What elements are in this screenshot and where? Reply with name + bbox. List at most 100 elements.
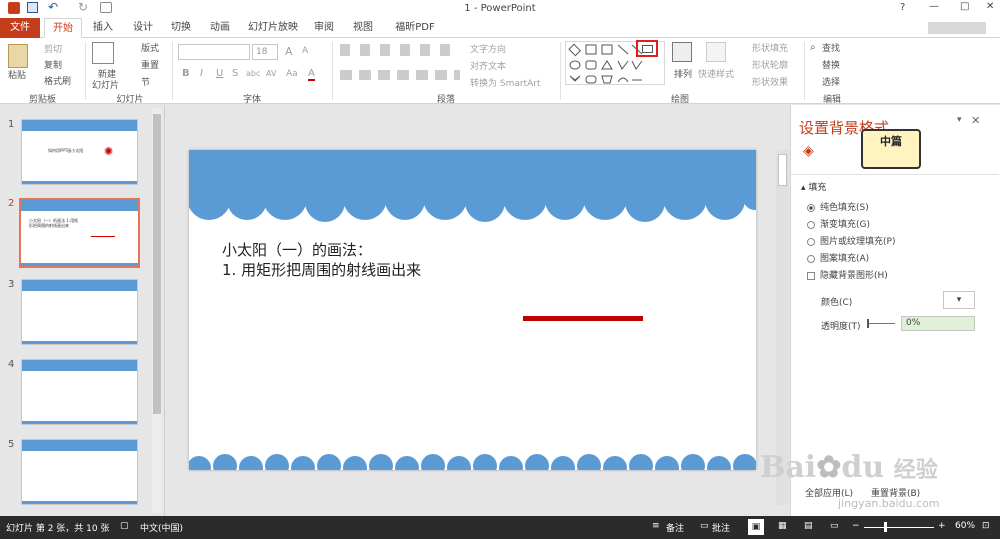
fill-section-header[interactable]: ▴ 填充 <box>801 180 826 193</box>
option-label: 隐藏背景图形(H) <box>820 271 888 281</box>
shrink-font-button[interactable]: A <box>302 46 308 56</box>
select-button[interactable]: 选择 <box>822 75 840 88</box>
zoom-slider[interactable] <box>864 527 934 528</box>
slide-text-box[interactable]: 小太阳（一）的画法： 1. 用矩形把周围的射线画出来 <box>222 240 421 280</box>
solid-fill-option[interactable]: 纯色填充(S) <box>807 200 869 213</box>
color-picker-button[interactable]: ▾ <box>943 291 975 309</box>
checkbox-icon <box>807 271 815 280</box>
notes-button[interactable]: 备注 <box>666 521 684 534</box>
slide-thumbnail-1[interactable]: 如何用PPT画小太阳 ✺ <box>21 119 138 185</box>
strikethrough-button[interactable]: S <box>232 68 238 79</box>
fill-bucket-icon[interactable]: ◈ <box>803 143 814 159</box>
paste-icon[interactable] <box>8 44 28 68</box>
red-rectangle-shape[interactable] <box>523 316 643 321</box>
slide-thumbnail-2[interactable]: 小太阳（一）的画法 1.用矩形把周围的射线画出来 <box>19 198 140 268</box>
copy-button[interactable]: 复制 <box>44 58 62 71</box>
convert-smartart-button[interactable]: 转换为 SmartArt <box>470 76 540 89</box>
transparency-slider[interactable] <box>867 323 895 324</box>
arrange-button[interactable]: 排列 <box>674 67 692 80</box>
transparency-label: 透明度(T) <box>821 322 861 332</box>
alignment-buttons[interactable] <box>340 70 460 80</box>
scrollbar-thumb[interactable] <box>153 114 161 414</box>
pane-close-icon[interactable]: ✕ <box>971 114 980 127</box>
bottom-scallops <box>189 454 756 470</box>
replace-button[interactable]: 替换 <box>822 58 840 71</box>
new-slide-icon[interactable] <box>92 42 114 64</box>
text-shadow-button[interactable]: abc <box>246 69 260 78</box>
new-slide-button-label[interactable]: 幻灯片 <box>92 78 119 91</box>
normal-view-button[interactable]: ▣ <box>748 519 764 535</box>
format-painter-button[interactable]: 格式刷 <box>44 74 71 87</box>
spellcheck-icon[interactable]: ▢ <box>120 521 129 531</box>
transparency-slider-thumb[interactable] <box>867 319 869 328</box>
tab-design[interactable]: 设计 <box>128 18 158 38</box>
font-color-button[interactable]: A <box>308 68 315 81</box>
quick-styles-icon[interactable] <box>706 42 726 62</box>
cut-button[interactable]: 剪切 <box>44 42 62 55</box>
slide-thumbnail-4[interactable] <box>21 359 138 425</box>
language-indicator[interactable]: 中文(中国) <box>140 521 183 534</box>
current-slide[interactable]: 小太阳（一）的画法： 1. 用矩形把周围的射线画出来 <box>189 150 756 470</box>
shape-effects-button[interactable]: 形状效果 <box>752 75 788 88</box>
comments-button[interactable]: 批注 <box>712 521 730 534</box>
slideshow-button[interactable]: ▭ <box>830 521 839 531</box>
zoom-out-button[interactable]: − <box>852 521 860 531</box>
zoom-level[interactable]: 60% <box>955 521 975 531</box>
gradient-fill-option[interactable]: 渐变填充(G) <box>807 217 870 230</box>
fit-to-window-icon[interactable]: ⊡ <box>982 521 990 531</box>
change-case-button[interactable]: Aa <box>286 69 298 79</box>
picture-fill-option[interactable]: 图片或纹理填充(P) <box>807 234 895 247</box>
radio-icon <box>807 237 815 246</box>
tab-slideshow[interactable]: 幻灯片放映 <box>245 18 301 38</box>
maximize-button[interactable]: □ <box>960 1 969 12</box>
slide-thumbnail-3[interactable] <box>21 279 138 345</box>
layout-button[interactable]: 版式 <box>141 41 159 54</box>
slide-thumbnail-5[interactable] <box>21 439 138 505</box>
arrange-icon[interactable] <box>672 42 692 62</box>
tab-home[interactable]: 开始 <box>44 18 82 38</box>
watermark-url: jingyan.baidu.com <box>838 497 940 510</box>
tab-view[interactable]: 视图 <box>348 18 378 38</box>
transparency-input[interactable]: 0% <box>901 316 975 331</box>
option-label: 图片或纹理填充(P) <box>820 237 896 247</box>
reset-button[interactable]: 重置 <box>141 58 159 71</box>
tab-insert[interactable]: 插入 <box>88 18 118 38</box>
user-account[interactable] <box>928 22 986 34</box>
underline-button[interactable]: U <box>216 68 223 79</box>
pane-options-icon[interactable]: ▾ <box>957 115 962 125</box>
italic-button[interactable]: I <box>200 68 203 79</box>
help-button[interactable]: ? <box>900 2 905 13</box>
thumbnails-scrollbar[interactable] <box>152 108 162 513</box>
scrollbar-thumb[interactable] <box>778 154 787 186</box>
rectangle-shape-button[interactable] <box>636 40 658 57</box>
char-spacing-button[interactable]: AV <box>266 69 276 78</box>
shape-fill-button[interactable]: 形状填充 <box>752 41 788 54</box>
reading-view-button[interactable]: ▤ <box>804 521 813 531</box>
minimize-button[interactable]: — <box>929 1 939 12</box>
tab-review[interactable]: 审阅 <box>309 18 339 38</box>
grow-font-button[interactable]: A <box>285 45 293 58</box>
clipboard-group-label: 剪贴板 <box>28 95 56 105</box>
thumbnail-number: 5 <box>8 439 15 450</box>
bold-button[interactable]: B <box>182 68 190 79</box>
tab-animations[interactable]: 动画 <box>205 18 235 38</box>
tab-foxit-pdf[interactable]: 福昕PDF <box>386 18 444 38</box>
zoom-in-button[interactable]: + <box>938 521 946 531</box>
text-direction-button[interactable]: 文字方向 <box>470 42 506 55</box>
list-buttons[interactable] <box>340 44 460 56</box>
close-button[interactable]: ✕ <box>986 1 994 12</box>
find-button[interactable]: 查找 <box>822 41 840 54</box>
paste-button[interactable]: 粘贴 <box>8 68 26 81</box>
tab-file[interactable]: 文件 <box>0 18 40 38</box>
align-text-button[interactable]: 对齐文本 <box>470 59 506 72</box>
slide-sorter-button[interactable]: ▦ <box>778 521 787 531</box>
font-size-select[interactable]: 18 <box>252 44 278 60</box>
shape-outline-button[interactable]: 形状轮廓 <box>752 58 788 71</box>
zoom-slider-thumb[interactable] <box>884 522 887 532</box>
section-button[interactable]: 节 <box>141 75 150 88</box>
hide-background-graphics-checkbox[interactable]: 隐藏背景图形(H) <box>807 268 888 281</box>
tab-transitions[interactable]: 切换 <box>166 18 196 38</box>
pattern-fill-option[interactable]: 图案填充(A) <box>807 251 869 264</box>
font-name-select[interactable] <box>178 44 250 60</box>
quick-styles-button[interactable]: 快速样式 <box>698 67 734 80</box>
